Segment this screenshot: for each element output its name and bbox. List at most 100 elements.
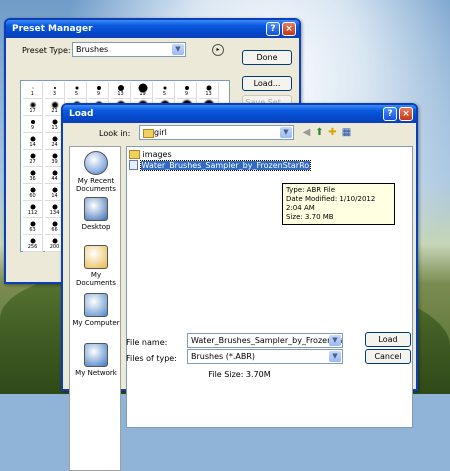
brush-preset-cell[interactable]: 1 (23, 82, 43, 99)
views-menu-icon[interactable]: ▦ (341, 127, 352, 138)
brush-tip-icon (30, 136, 35, 142)
cancel-button[interactable]: Cancel (365, 349, 411, 364)
brush-size-label: 13 (205, 91, 212, 97)
file-name-input[interactable]: Water_Brushes_Sampler_by_FrozenStarRo ▼ (187, 333, 343, 348)
place-desktop[interactable]: Desktop (70, 197, 122, 231)
brush-preset-cell[interactable]: 9 (23, 116, 43, 133)
brush-preset-cell[interactable]: 27 (23, 150, 43, 167)
preset-type-value: Brushes (76, 45, 109, 54)
brush-size-label: 256 (27, 244, 38, 250)
brush-tip-icon (52, 153, 57, 159)
look-in-label: Look in: (99, 129, 131, 138)
chevron-down-icon: ▼ (329, 351, 341, 362)
brush-size-label: 14 (29, 142, 36, 148)
brush-tip-icon (30, 204, 35, 210)
preset-manager-titlebar[interactable]: Preset Manager ? × (6, 20, 299, 38)
help-button[interactable]: ? (383, 107, 397, 121)
files-of-type-select[interactable]: Brushes (*.ABR) ▼ (187, 349, 343, 364)
preset-type-label: Preset Type: (22, 46, 71, 55)
brush-tip-icon (52, 119, 57, 125)
place-label: My Recent Documents (76, 177, 116, 193)
brush-preset-cell[interactable]: 5 (67, 82, 87, 99)
file-tooltip: Type: ABR File Date Modified: 1/10/2012 … (282, 183, 395, 225)
chevron-down-icon: ▼ (172, 44, 184, 55)
brush-tip-icon (30, 102, 35, 108)
brush-size-label: 1 (30, 91, 35, 97)
my-network-icon (84, 343, 108, 367)
load-dialog-title: Load (69, 109, 94, 119)
chevron-down-icon: ▼ (329, 335, 341, 346)
up-folder-icon[interactable]: ⬆ (314, 127, 325, 138)
file-name-value: Water_Brushes_Sampler_by_FrozenStarRo (191, 336, 343, 345)
tooltip-type: Type: ABR File (286, 186, 336, 194)
brush-preset-cell[interactable]: 60 (23, 184, 43, 201)
preset-manager-title: Preset Manager (12, 24, 93, 34)
abr-file-icon (129, 160, 138, 170)
brush-tip-icon (53, 87, 56, 89)
brush-tip-icon (184, 86, 189, 90)
brush-size-label: 19 (139, 91, 146, 97)
place-label: Desktop (81, 223, 111, 231)
brush-preset-cell[interactable]: 13 (111, 82, 131, 99)
file-name: Water_Brushes_Sampler_by_FrozenStarRo (139, 159, 312, 171)
files-of-type-value: Brushes (*.ABR) (191, 352, 256, 361)
brush-tip-icon (52, 221, 57, 227)
file-name: images (142, 150, 172, 159)
brush-size-label: 13 (117, 91, 124, 97)
brush-preset-cell[interactable]: 19 (133, 82, 153, 99)
brush-tip-icon (30, 170, 35, 176)
brush-tip-icon (30, 120, 35, 124)
brush-preset-cell[interactable]: 9 (177, 82, 197, 99)
place-my-documents[interactable]: My Documents (70, 245, 122, 287)
back-icon[interactable]: ◀ (301, 127, 312, 138)
new-folder-icon[interactable]: ✚ (327, 127, 338, 138)
brush-tip-icon (52, 204, 57, 210)
file-list[interactable]: images Water_Brushes_Sampler_by_FrozenSt… (126, 146, 413, 428)
look-in-toolbar: ◀ ⬆ ✚ ▦ (301, 127, 361, 139)
folder-icon (129, 150, 140, 159)
my-computer-icon (84, 293, 108, 317)
look-in-value: girl (154, 128, 167, 137)
brush-preset-cell[interactable]: 36 (23, 167, 43, 184)
load-button[interactable]: Load (365, 332, 411, 347)
brush-size-label: 112 (27, 210, 38, 216)
load-dialog-titlebar[interactable]: Load ? × (63, 105, 416, 123)
preset-type-select[interactable]: Brushes ▼ (72, 42, 186, 57)
brush-preset-cell[interactable]: 9 (89, 82, 109, 99)
brush-tip-icon (32, 87, 33, 89)
file-name-label: File name: (126, 338, 168, 347)
close-button[interactable]: × (282, 22, 296, 36)
brush-size-label: 5 (74, 91, 79, 97)
brush-preset-cell[interactable]: 112 (23, 201, 43, 218)
file-size-readout: File Size: 3.70M (208, 370, 271, 379)
close-button[interactable]: × (399, 107, 413, 121)
brush-tip-icon (52, 170, 57, 176)
place-my-computer[interactable]: My Computer (70, 293, 122, 327)
brush-preset-cell[interactable]: 256 (23, 235, 43, 252)
palette-menu-icon[interactable]: ▸ (212, 44, 224, 56)
list-item[interactable]: Water_Brushes_Sampler_by_FrozenStarRo (129, 159, 312, 171)
brush-preset-cell[interactable]: 63 (23, 218, 43, 235)
brush-tip-icon (96, 86, 101, 90)
load-button[interactable]: Load... (242, 76, 292, 91)
folder-icon (143, 129, 154, 138)
look-in-select[interactable]: girl ▼ (139, 125, 294, 140)
place-recent-documents[interactable]: My Recent Documents (70, 151, 122, 193)
brush-size-label: 27 (29, 159, 36, 165)
brush-preset-cell[interactable]: 3 (45, 82, 65, 99)
desktop-icon (84, 197, 108, 221)
brush-tip-icon (30, 221, 35, 227)
brush-size-label: 60 (29, 193, 36, 199)
brush-tip-icon (30, 153, 35, 159)
tooltip-size: Size: 3.70 MB (286, 213, 334, 221)
brush-preset-cell[interactable]: 14 (23, 133, 43, 150)
help-button[interactable]: ? (266, 22, 280, 36)
list-item[interactable]: images (129, 150, 172, 160)
brush-tip-icon (52, 136, 57, 142)
brush-preset-cell[interactable]: 17 (23, 99, 43, 116)
brush-tip-icon (206, 85, 211, 91)
done-button[interactable]: Done (242, 50, 292, 65)
brush-preset-cell[interactable]: 13 (199, 82, 219, 99)
brush-tip-icon (75, 86, 78, 90)
brush-preset-cell[interactable]: 5 (155, 82, 175, 99)
